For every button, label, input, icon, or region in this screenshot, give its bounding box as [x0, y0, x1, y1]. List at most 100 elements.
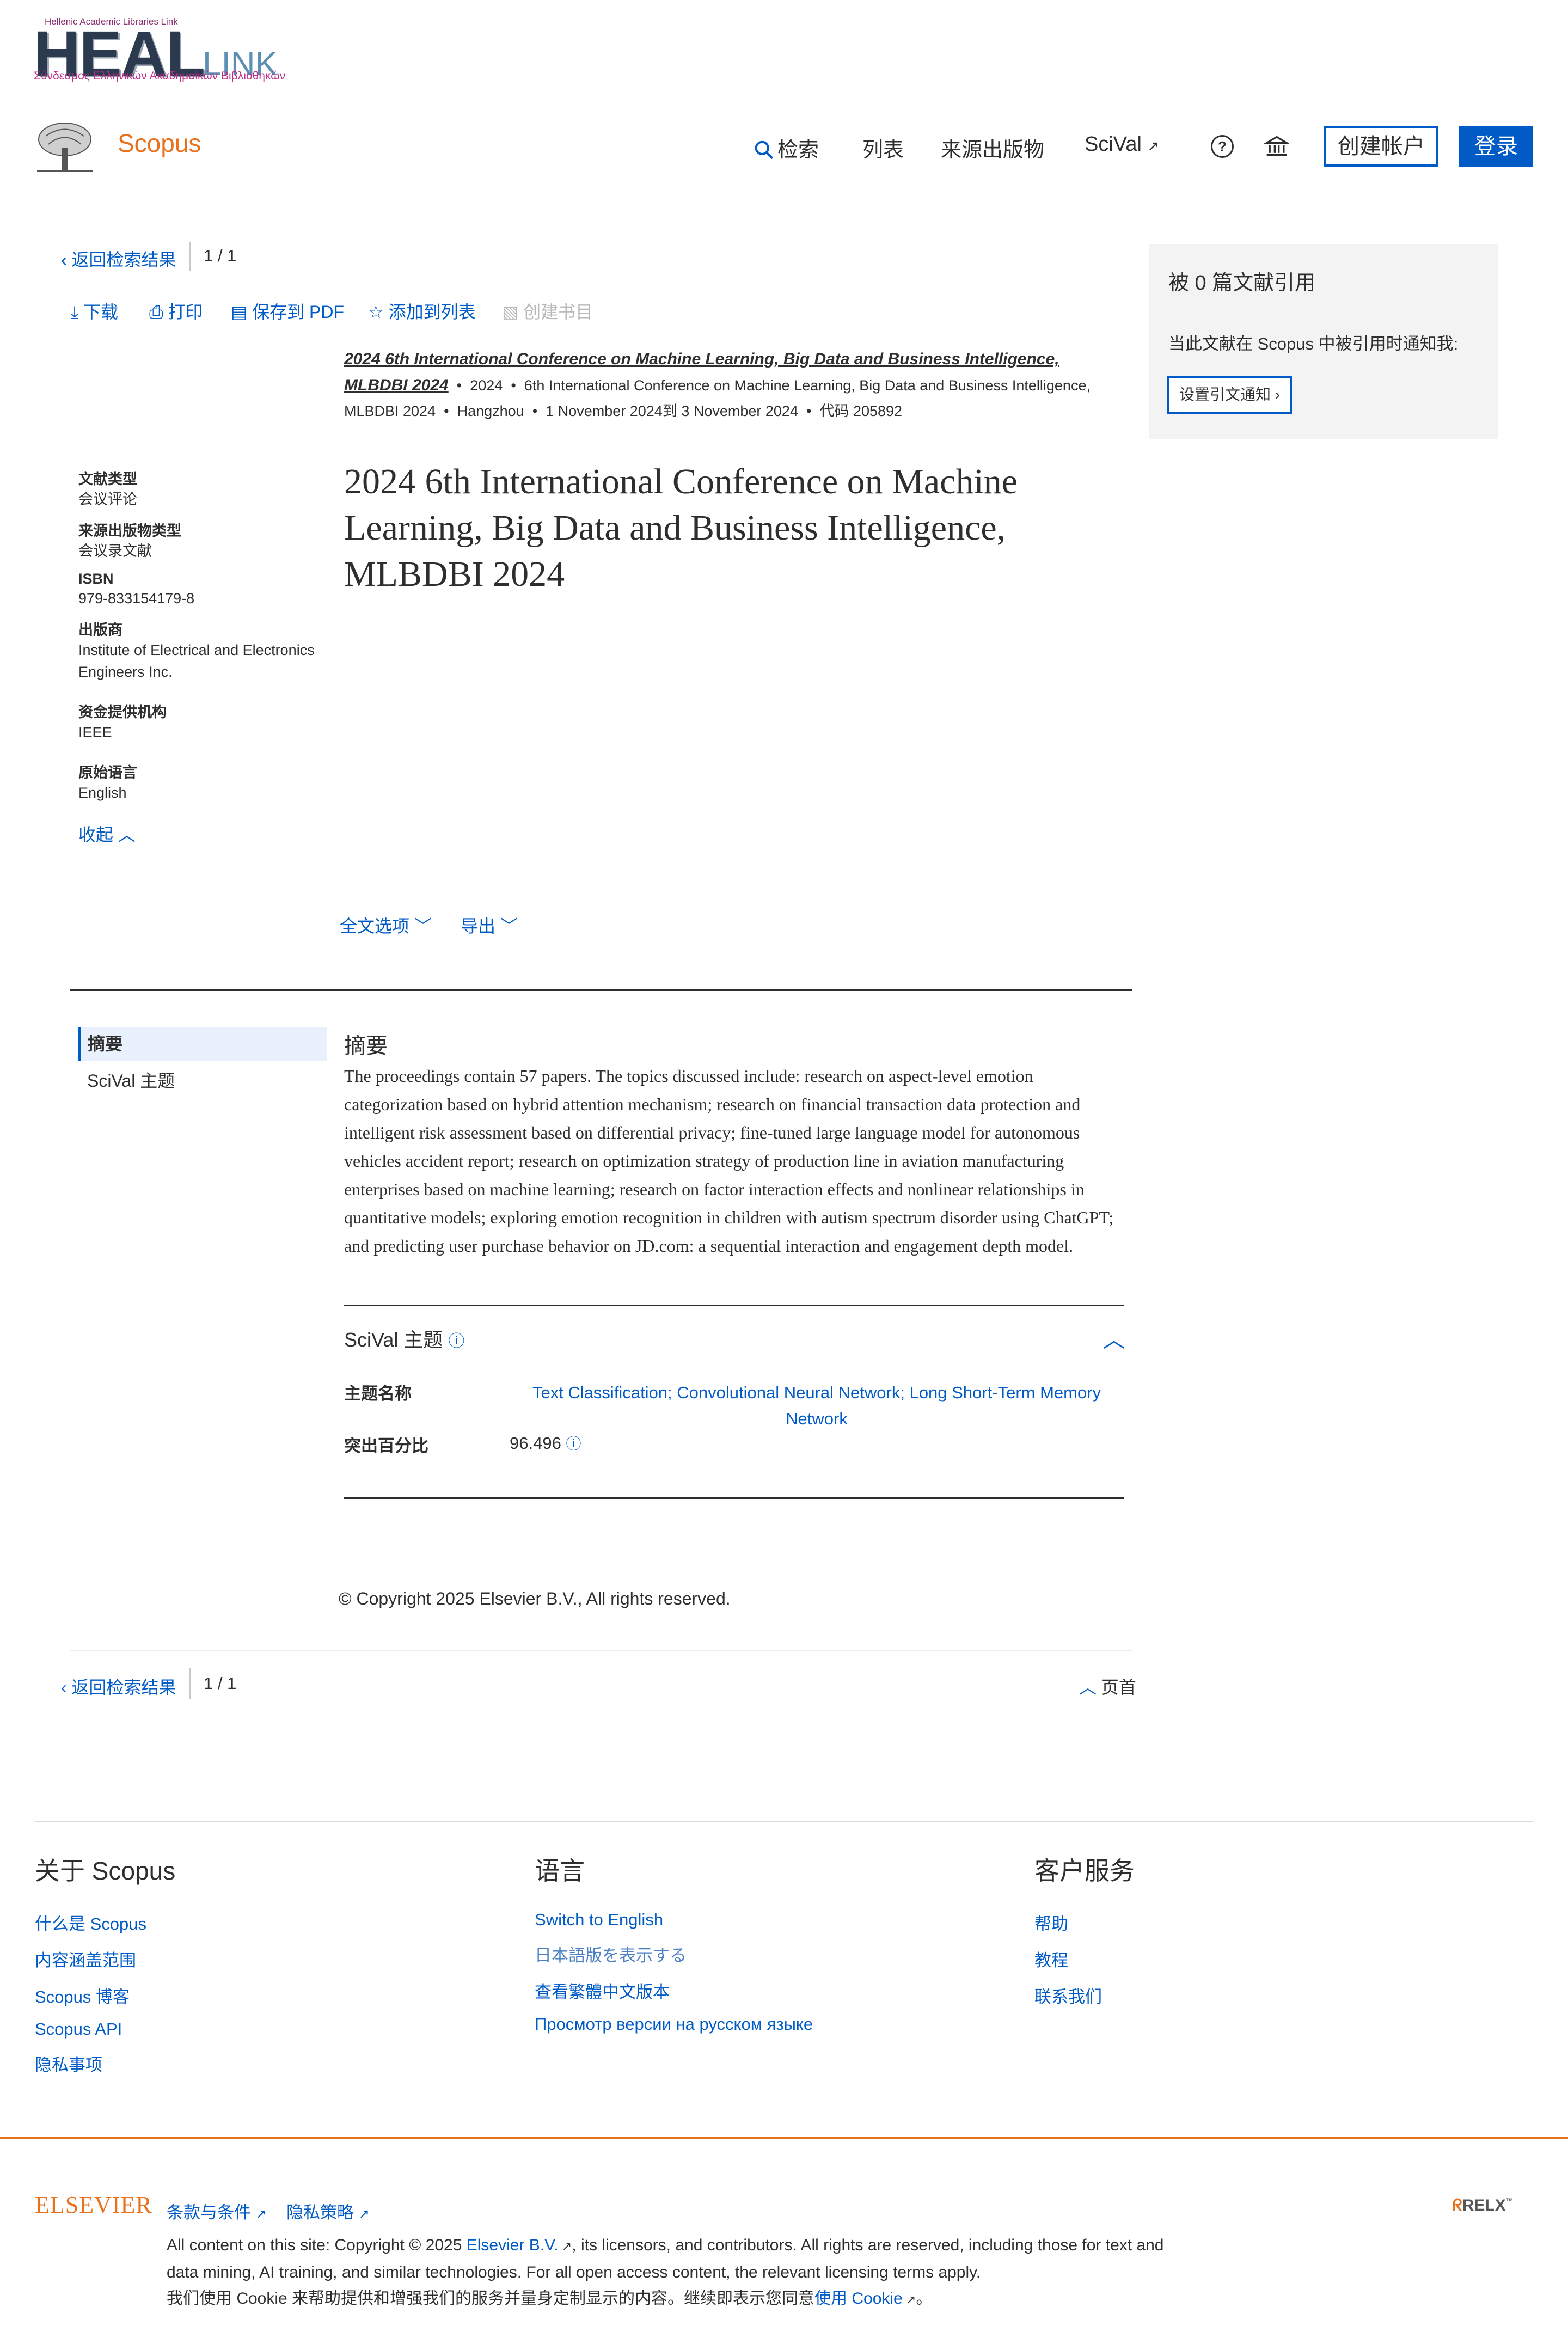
external-link-icon: ↗	[1147, 138, 1160, 154]
chevron-left-icon: ‹	[61, 250, 67, 270]
prominence-label: 突出百分比	[344, 1436, 428, 1455]
back-to-results-label: 返回检索结果	[71, 1678, 176, 1697]
nav-search-label: 检索	[777, 139, 819, 162]
save-pdf-button[interactable]: ▤ 保存到 PDF	[231, 298, 344, 323]
chevron-down-icon: ﹀	[500, 916, 518, 936]
info-icon[interactable]: ⓘ	[448, 1332, 464, 1350]
scopus-brand[interactable]: Scopus	[118, 128, 201, 158]
back-to-results-label: 返回检索结果	[71, 250, 176, 270]
bullet-separator: •	[802, 403, 816, 419]
download-label: 下载	[83, 302, 119, 322]
language-label: 原始语言	[78, 764, 137, 781]
funding-label: 资金提供机构	[78, 704, 167, 720]
back-to-results-link-bottom[interactable]: ‹ 返回检索结果	[61, 1674, 176, 1699]
chevron-up-icon[interactable]: ︿	[1103, 1322, 1125, 1354]
export-label: 导出	[461, 916, 496, 936]
back-to-results-link[interactable]: ‹ 返回检索结果	[61, 246, 176, 271]
document-title: 2024 6th International Conference on Mac…	[344, 462, 1018, 594]
scival-heading: SciVal 主题	[344, 1329, 443, 1351]
footer-terms-label: 条款与条件	[167, 2203, 251, 2222]
heal-link-logo[interactable]: Hellenic Academic Libraries Link HEAL LI…	[34, 13, 285, 86]
nav-lists[interactable]: 列表	[862, 133, 904, 163]
scival-heading-row: SciVal 主题 ⓘ	[344, 1324, 464, 1352]
create-bibliography-button[interactable]: ▧ 创建书目	[502, 298, 593, 323]
institution-icon[interactable]	[1264, 134, 1289, 158]
cookie-text: 我们使用 Cookie 来帮助提供和增强我们的服务并量身定制显示的内容。继续即表…	[167, 2290, 815, 2308]
chevron-up-icon: ︿	[118, 825, 136, 844]
external-link-icon: ↗	[255, 2207, 267, 2221]
download-button[interactable]: ⤓ 下载	[71, 298, 118, 323]
footer-link-english[interactable]: Switch to English	[535, 1910, 970, 1930]
footer-link-russian[interactable]: Просмотр версии на русском языке	[535, 2015, 970, 2034]
bibliography-icon: ▧	[502, 302, 519, 322]
print-icon: ⎙	[149, 302, 163, 322]
prominence-value: 96.496	[510, 1434, 561, 1453]
footer-link-scopus-api[interactable]: Scopus API	[35, 2019, 470, 2039]
source-type-label: 来源出版物类型	[78, 523, 181, 539]
chevron-up-icon: ︿	[1079, 1678, 1097, 1697]
external-link-icon: ↗	[902, 2293, 916, 2306]
side-nav-abstract[interactable]: 摘要	[78, 1027, 327, 1061]
nav-sources[interactable]: 来源出版物	[941, 133, 1044, 163]
collapse-button[interactable]: 收起 ︿	[78, 821, 334, 846]
relx-logo[interactable]: ᖇRELX™	[1453, 2196, 1514, 2215]
abstract-text: The proceedings contain 57 papers. The t…	[344, 1066, 1114, 1256]
external-link-icon: ↗	[558, 2239, 572, 2253]
footer-privacy-link[interactable]: 隐私策略 ↗	[286, 2199, 370, 2223]
bullet-separator: •	[452, 377, 466, 394]
document-metadata: 文献类型 会议评论 来源出版物类型 会议录文献 ISBN 979-8331541…	[78, 467, 334, 846]
back-to-top-link[interactable]: ︿ 页首	[1079, 1674, 1136, 1699]
side-nav-scival[interactable]: SciVal 主题	[87, 1067, 175, 1092]
footer-accent-line	[0, 2137, 1568, 2139]
footer-link-tutorials[interactable]: 教程	[1034, 1947, 1470, 1971]
isbn-value: 979-833154179-8	[78, 590, 195, 607]
elsevier-bv-link[interactable]: Elsevier B.V.	[467, 2236, 559, 2254]
chevron-right-icon: ›	[1275, 386, 1281, 403]
publisher-value: Institute of Electrical and Electronics …	[78, 642, 315, 680]
footer-link-help[interactable]: 帮助	[1034, 1910, 1470, 1935]
cookie-text-end: 。	[916, 2290, 933, 2308]
bullet-separator: •	[528, 403, 542, 419]
isbn-label: ISBN	[78, 571, 114, 587]
scival-bottom-divider	[344, 1497, 1124, 1499]
export-button[interactable]: 导出 ﹀	[461, 913, 518, 938]
footer-service-heading: 客户服务	[1034, 1857, 1135, 1885]
elsevier-tree-logo[interactable]	[35, 120, 95, 174]
footer-link-contact-us[interactable]: 联系我们	[1034, 1983, 1470, 2008]
footer-link-privacy-matters[interactable]: 隐私事项	[35, 2051, 470, 2076]
footer-service-section: 客户服务 帮助 教程 联系我们	[1034, 1851, 1470, 2008]
relx-mark-icon: ᖇ	[1453, 2196, 1462, 2214]
topic-name-link[interactable]: Text Classification; Convolutional Neura…	[510, 1380, 1124, 1432]
fulltext-options-button[interactable]: 全文选项 ﹀	[340, 913, 432, 938]
info-icon[interactable]: ⓘ	[566, 1435, 581, 1452]
create-account-button[interactable]: 创建帐户	[1324, 126, 1438, 167]
footer-terms-link[interactable]: 条款与条件 ↗	[167, 2199, 267, 2223]
nav-search[interactable]: 检索	[754, 133, 819, 163]
nav-scival[interactable]: SciVal ↗	[1085, 133, 1159, 156]
elsevier-logo[interactable]: ELSEVIER	[35, 2191, 152, 2219]
footer-link-scopus-blog[interactable]: Scopus 博客	[35, 1983, 470, 2008]
cookie-link[interactable]: 使用 Cookie	[814, 2290, 903, 2308]
topic-name-label: 主题名称	[344, 1384, 412, 1403]
footer-link-japanese[interactable]: 日本語版を表示する	[535, 1942, 970, 1966]
conference-code: 代码 205892	[819, 403, 903, 419]
chevron-down-icon: ﹀	[414, 916, 432, 936]
footer-link-what-is-scopus[interactable]: 什么是 Scopus	[35, 1910, 470, 1935]
footer-divider	[35, 1821, 1533, 1822]
cited-by-panel: 被 0 篇文献引用 当此文献在 Scopus 中被引用时通知我: 设置引文通知 …	[1149, 244, 1498, 439]
set-citation-alert-label: 设置引文通知	[1179, 386, 1271, 403]
abstract-heading: 摘要	[344, 1034, 388, 1058]
footer-link-content-coverage[interactable]: 内容涵盖范围	[35, 1947, 470, 1971]
help-icon[interactable]: ?	[1211, 135, 1234, 158]
print-button[interactable]: ⎙ 打印	[149, 298, 203, 323]
source-year: 2024	[470, 377, 503, 394]
download-icon: ⤓	[71, 302, 79, 322]
doc-type-label: 文献类型	[78, 471, 137, 487]
footer-link-traditional-chinese[interactable]: 查看繁體中文版本	[535, 1978, 970, 2003]
footer-legal-text: All content on this site: Copyright © 20…	[167, 2232, 1190, 2313]
collapse-label: 收起	[78, 825, 114, 844]
login-button[interactable]: 登录	[1459, 126, 1533, 167]
add-to-list-button[interactable]: ☆ 添加到列表	[368, 298, 476, 323]
cited-by-title: 被 0 篇文献引用	[1168, 272, 1316, 295]
set-citation-alert-button[interactable]: 设置引文通知 ›	[1167, 376, 1293, 414]
